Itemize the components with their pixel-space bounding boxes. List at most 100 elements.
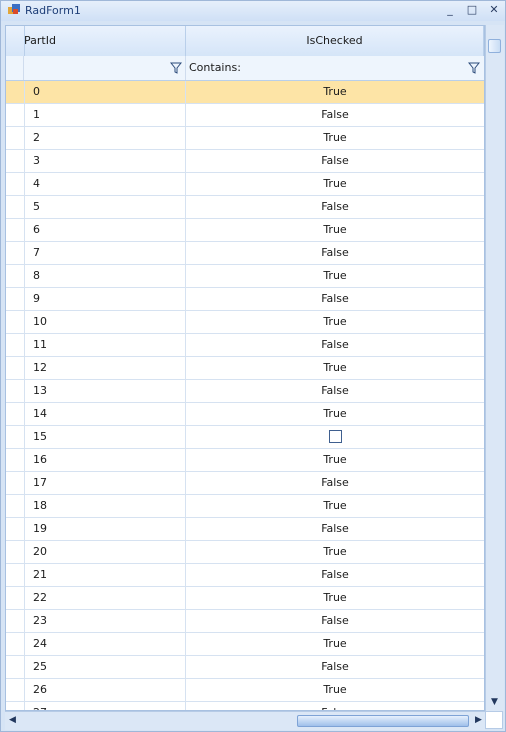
cell-ischecked[interactable]: True bbox=[186, 679, 484, 701]
table-row[interactable]: 22 True bbox=[6, 587, 484, 610]
scroll-left-icon[interactable]: ◀ bbox=[9, 715, 16, 725]
row-indicator[interactable] bbox=[6, 587, 25, 609]
cell-ischecked[interactable]: True bbox=[186, 495, 484, 517]
cell-partid[interactable]: 18 bbox=[24, 495, 186, 517]
cell-partid[interactable]: 7 bbox=[24, 242, 186, 264]
row-indicator[interactable] bbox=[6, 173, 25, 195]
cell-partid[interactable]: 1 bbox=[24, 104, 186, 126]
table-row[interactable]: 16 True bbox=[6, 449, 484, 472]
table-row[interactable]: 14 True bbox=[6, 403, 484, 426]
cell-ischecked[interactable]: True bbox=[186, 219, 484, 241]
cell-partid[interactable]: 27 bbox=[24, 702, 186, 710]
filter-cell-ischecked[interactable]: Contains: bbox=[186, 56, 484, 80]
checkbox[interactable] bbox=[328, 429, 342, 443]
table-row[interactable]: 2 True bbox=[6, 127, 484, 150]
cell-partid[interactable]: 14 bbox=[24, 403, 186, 425]
row-indicator[interactable] bbox=[6, 564, 25, 586]
cell-partid[interactable]: 2 bbox=[24, 127, 186, 149]
row-indicator[interactable] bbox=[6, 288, 25, 310]
cell-ischecked[interactable]: True bbox=[186, 265, 484, 287]
cell-partid[interactable]: 9 bbox=[24, 288, 186, 310]
cell-partid[interactable]: 20 bbox=[24, 541, 186, 563]
cell-ischecked[interactable]: False bbox=[186, 702, 484, 710]
table-row[interactable]: 6 True bbox=[6, 219, 484, 242]
maximize-button[interactable]: □ bbox=[463, 3, 481, 17]
row-indicator[interactable] bbox=[6, 541, 25, 563]
cell-ischecked[interactable]: False bbox=[186, 610, 484, 632]
table-row[interactable]: 18 True bbox=[6, 495, 484, 518]
vertical-scrollbar[interactable]: ▼ bbox=[485, 25, 504, 711]
row-indicator[interactable] bbox=[6, 495, 25, 517]
cell-partid[interactable]: 8 bbox=[24, 265, 186, 287]
title-bar[interactable]: RadForm1 _ □ ✕ bbox=[1, 1, 505, 21]
cell-ischecked[interactable]: True bbox=[186, 357, 484, 379]
cell-partid[interactable]: 26 bbox=[24, 679, 186, 701]
cell-ischecked[interactable]: False bbox=[186, 242, 484, 264]
row-indicator[interactable] bbox=[6, 518, 25, 540]
cell-ischecked[interactable]: False bbox=[186, 380, 484, 402]
table-row[interactable]: 3 False bbox=[6, 150, 484, 173]
cell-partid[interactable]: 23 bbox=[24, 610, 186, 632]
cell-partid[interactable]: 0 bbox=[24, 81, 186, 103]
table-row[interactable]: 1 False bbox=[6, 104, 484, 127]
row-indicator[interactable] bbox=[6, 127, 25, 149]
cell-partid[interactable]: 16 bbox=[24, 449, 186, 471]
cell-ischecked[interactable]: False bbox=[186, 472, 484, 494]
table-row[interactable]: 4 True bbox=[6, 173, 484, 196]
row-indicator[interactable] bbox=[6, 104, 25, 126]
table-row[interactable]: 11 False bbox=[6, 334, 484, 357]
cell-partid[interactable]: 19 bbox=[24, 518, 186, 540]
cell-ischecked[interactable]: False bbox=[186, 564, 484, 586]
table-row[interactable]: 23 False bbox=[6, 610, 484, 633]
cell-ischecked[interactable]: False bbox=[186, 334, 484, 356]
row-indicator[interactable] bbox=[6, 81, 25, 103]
scroll-right-icon[interactable]: ▶ bbox=[475, 715, 482, 725]
cell-ischecked[interactable]: True bbox=[186, 127, 484, 149]
table-row[interactable]: 13 False bbox=[6, 380, 484, 403]
column-header-ischecked[interactable]: IsChecked bbox=[186, 26, 484, 56]
cell-ischecked[interactable]: True bbox=[186, 81, 484, 103]
horizontal-scrollbar[interactable]: ◀ ▶ bbox=[5, 711, 485, 730]
row-indicator[interactable] bbox=[6, 357, 25, 379]
cell-ischecked[interactable]: False bbox=[186, 288, 484, 310]
row-indicator[interactable] bbox=[6, 403, 25, 425]
row-indicator[interactable] bbox=[6, 449, 25, 471]
cell-partid[interactable]: 17 bbox=[24, 472, 186, 494]
table-row[interactable]: 24 True bbox=[6, 633, 484, 656]
row-indicator[interactable] bbox=[6, 656, 25, 678]
vertical-scroll-thumb[interactable] bbox=[488, 39, 501, 53]
row-indicator[interactable] bbox=[6, 242, 25, 264]
cell-partid[interactable]: 24 bbox=[24, 633, 186, 655]
cell-ischecked[interactable]: False bbox=[186, 104, 484, 126]
row-indicator[interactable] bbox=[6, 702, 25, 710]
row-indicator[interactable] bbox=[6, 334, 25, 356]
minimize-button[interactable]: _ bbox=[441, 3, 459, 17]
filter-icon[interactable] bbox=[468, 62, 480, 74]
table-row[interactable]: 21 False bbox=[6, 564, 484, 587]
row-indicator[interactable] bbox=[6, 633, 25, 655]
cell-partid[interactable]: 5 bbox=[24, 196, 186, 218]
cell-partid[interactable]: 15 bbox=[24, 426, 186, 448]
cell-partid[interactable]: 3 bbox=[24, 150, 186, 172]
table-row[interactable]: 10 True bbox=[6, 311, 484, 334]
scroll-down-icon[interactable]: ▼ bbox=[491, 697, 498, 707]
row-indicator[interactable] bbox=[6, 610, 25, 632]
cell-ischecked[interactable]: False bbox=[186, 656, 484, 678]
cell-ischecked[interactable]: False bbox=[186, 518, 484, 540]
horizontal-scroll-thumb[interactable] bbox=[297, 715, 469, 727]
cell-ischecked[interactable]: False bbox=[186, 150, 484, 172]
cell-partid[interactable]: 13 bbox=[24, 380, 186, 402]
cell-partid[interactable]: 21 bbox=[24, 564, 186, 586]
cell-ischecked[interactable]: True bbox=[186, 587, 484, 609]
cell-ischecked[interactable]: True bbox=[186, 541, 484, 563]
cell-partid[interactable]: 11 bbox=[24, 334, 186, 356]
table-row[interactable]: 7 False bbox=[6, 242, 484, 265]
table-row[interactable]: 9 False bbox=[6, 288, 484, 311]
column-header-partid[interactable]: PartId bbox=[24, 26, 186, 56]
row-indicator[interactable] bbox=[6, 311, 25, 333]
cell-ischecked[interactable]: True bbox=[186, 173, 484, 195]
cell-partid[interactable]: 22 bbox=[24, 587, 186, 609]
cell-partid[interactable]: 12 bbox=[24, 357, 186, 379]
row-indicator[interactable] bbox=[6, 265, 25, 287]
cell-partid[interactable]: 4 bbox=[24, 173, 186, 195]
